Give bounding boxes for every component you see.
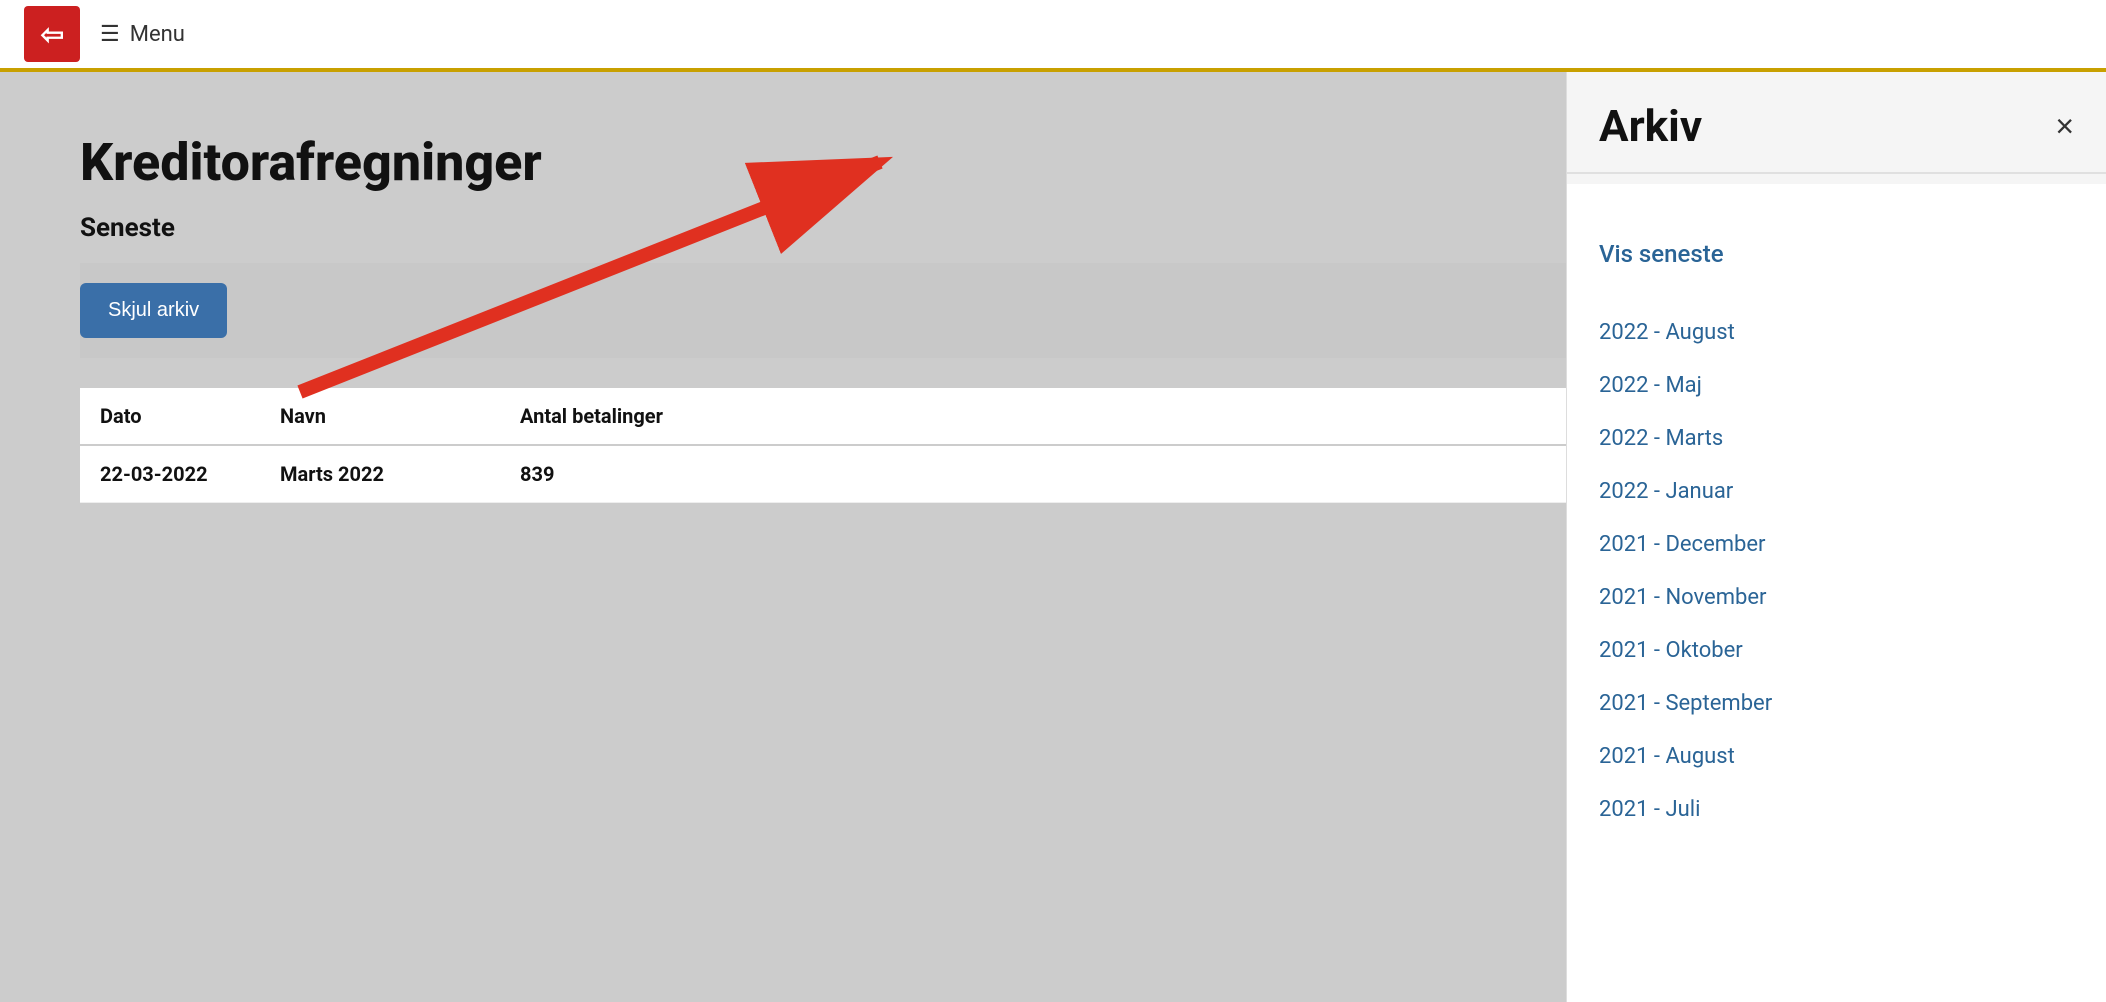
logo[interactable]: ⇨ bbox=[24, 6, 80, 62]
archive-item-1[interactable]: 2022 - Maj bbox=[1599, 359, 2074, 412]
panel-header: Arkiv × bbox=[1567, 72, 2106, 172]
main-area: Kreditorafregninger Seneste Skjul arkiv … bbox=[0, 72, 2106, 1002]
menu-button[interactable]: ☰ Menu bbox=[100, 22, 185, 47]
panel-body: Vis seneste 2022 - August 2022 - Maj 202… bbox=[1567, 184, 2106, 1002]
archive-panel: Arkiv × Vis seneste 2022 - August 2022 -… bbox=[1566, 72, 2106, 1002]
archive-item-3[interactable]: 2022 - Januar bbox=[1599, 465, 2074, 518]
spacer2 bbox=[1599, 290, 2074, 306]
hide-archive-button[interactable]: Skjul arkiv bbox=[80, 283, 227, 338]
cell-navn: Marts 2022 bbox=[280, 462, 520, 486]
panel-divider bbox=[1567, 172, 2106, 174]
spacer bbox=[1599, 194, 2074, 210]
archive-item-7[interactable]: 2021 - September bbox=[1599, 677, 2074, 730]
archive-item-8[interactable]: 2021 - August bbox=[1599, 730, 2074, 783]
col-navn-header: Navn bbox=[280, 404, 520, 428]
archive-item-0[interactable]: 2022 - August bbox=[1599, 306, 2074, 359]
cell-dato: 22-03-2022 bbox=[80, 462, 280, 486]
close-panel-button[interactable]: × bbox=[2055, 110, 2074, 142]
logo-arrow-icon: ⇨ bbox=[40, 18, 63, 51]
col-dato-header: Dato bbox=[80, 404, 280, 428]
archive-item-2[interactable]: 2022 - Marts bbox=[1599, 412, 2074, 465]
panel-title: Arkiv bbox=[1599, 100, 1702, 152]
hamburger-icon: ☰ bbox=[100, 22, 120, 47]
menu-label: Menu bbox=[130, 22, 185, 47]
header: ⇨ ☰ Menu bbox=[0, 0, 2106, 72]
archive-item-6[interactable]: 2021 - Oktober bbox=[1599, 624, 2074, 677]
archive-item-5[interactable]: 2021 - November bbox=[1599, 571, 2074, 624]
archive-item-9[interactable]: 2021 - Juli bbox=[1599, 783, 2074, 836]
vis-seneste-link[interactable]: Vis seneste bbox=[1599, 226, 2074, 282]
archive-item-4[interactable]: 2021 - December bbox=[1599, 518, 2074, 571]
